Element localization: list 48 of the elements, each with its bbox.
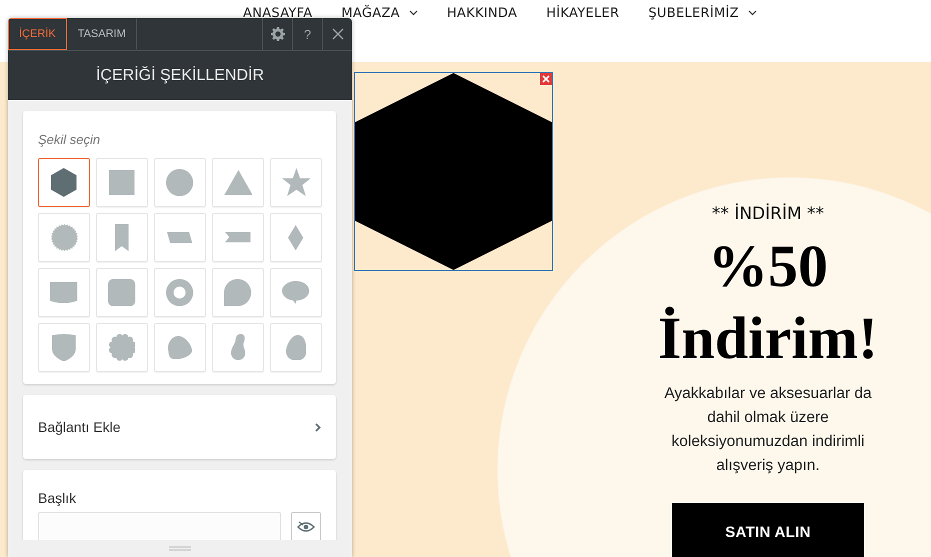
- sale-eyebrow: ** İNDİRİM **: [712, 204, 824, 224]
- shield-icon: [52, 334, 76, 362]
- delete-button[interactable]: [540, 73, 552, 85]
- triangle-icon: [224, 170, 252, 196]
- add-link-label: Bağlantı Ekle: [38, 419, 120, 436]
- help-button[interactable]: ?: [292, 18, 322, 50]
- headline: %50: [708, 232, 828, 301]
- square-icon: [109, 170, 135, 196]
- circle-icon: [166, 168, 194, 196]
- banner-icon: [50, 282, 78, 304]
- star-icon: [282, 168, 310, 197]
- ring-icon: [166, 278, 194, 306]
- close-icon: [542, 75, 550, 83]
- headline: İndirim!: [658, 304, 878, 373]
- blob-icon: [168, 336, 192, 360]
- eye-slash-icon: [297, 521, 316, 534]
- teardrop-icon: [224, 278, 252, 306]
- settings-icon: [270, 27, 284, 41]
- shape-picker-label: Şekil seçin: [38, 132, 102, 147]
- chevron-icon: [315, 422, 321, 432]
- panel-title: İÇERİĞİ ŞEKİLLENDİR: [8, 51, 352, 100]
- nav-link[interactable]: HAKKINDA: [446, 4, 518, 22]
- parallelogram-icon: [167, 232, 193, 244]
- caret-icon: [408, 10, 418, 16]
- caret-icon: [748, 10, 757, 16]
- add-link-row[interactable]: Bağlantı Ekle: [23, 395, 336, 460]
- hero-description: Ayakkabılar ve aksesuarlar da dahil olmak üzere koleksiyonumuzdan indirimli alışveriş yapın.: [663, 384, 873, 476]
- bean-icon: [230, 334, 246, 361]
- nav-link[interactable]: MAĞAZA: [341, 4, 418, 22]
- diamond-icon: [288, 224, 304, 250]
- title-input-field[interactable]: [38, 512, 282, 542]
- speech-bubble-icon: [282, 281, 310, 304]
- field-label: Başlık: [38, 490, 78, 506]
- shape-option[interactable]: [38, 158, 90, 207]
- buy-button[interactable]: SATIN ALIN: [672, 503, 864, 557]
- nav-link[interactable]: ŞUBELERİMİZ: [648, 4, 757, 22]
- panel-tab[interactable]: TASARIM: [66, 18, 137, 50]
- nav-link[interactable]: HİKAYELER: [546, 4, 620, 22]
- close-icon: [332, 28, 344, 40]
- scalloped-icon: [108, 334, 136, 361]
- hexagon-icon: [51, 168, 77, 197]
- egg-icon: [286, 334, 306, 360]
- visibility-toggle-button[interactable]: [291, 512, 321, 542]
- ribbon-icon: [225, 232, 251, 243]
- bookmark-icon: [115, 224, 129, 252]
- panel-tab[interactable]: İÇERİK: [8, 18, 67, 50]
- grip-icon: [169, 546, 191, 551]
- seal-icon: [50, 224, 78, 252]
